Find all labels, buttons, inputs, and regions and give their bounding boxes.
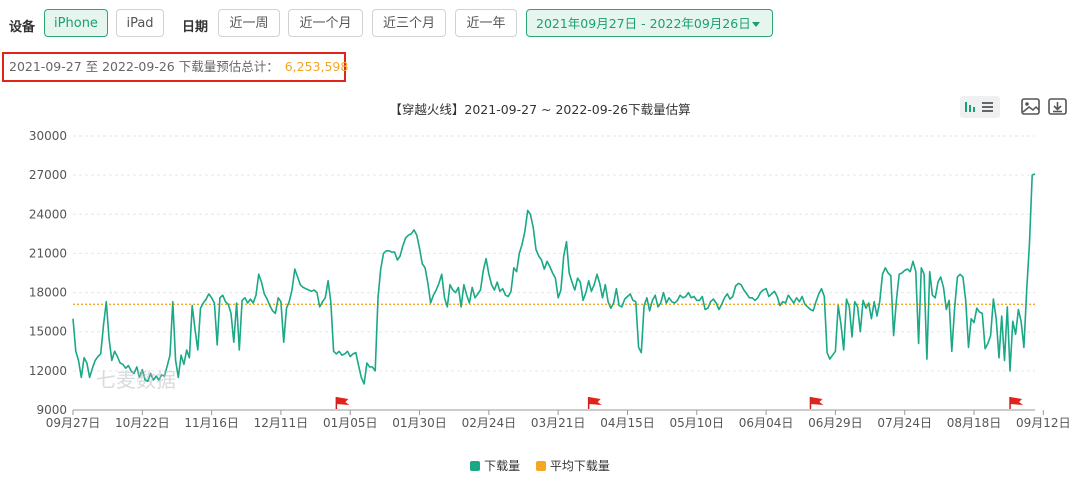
x-tick-label: 09月12日 [1016, 416, 1071, 430]
download-series-line[interactable] [72, 173, 1036, 385]
watermark: 七麦数据 [96, 368, 176, 392]
flag-markers [335, 397, 1024, 409]
flag-icon[interactable] [335, 397, 350, 409]
x-tick-label: 01月05日 [323, 416, 378, 430]
flag-icon[interactable] [809, 397, 824, 409]
x-tick-label: 01月30日 [392, 416, 447, 430]
flag-cloth [810, 397, 824, 405]
flag-icon[interactable] [587, 397, 602, 409]
legend-swatch-downloads [470, 461, 481, 471]
x-tick-label: 02月24日 [462, 416, 517, 430]
y-axis: 9000 12000 15000 18000 21000 24000 27000 30000 [29, 129, 67, 417]
x-tick-label: 08月18日 [947, 416, 1002, 430]
x-tick-label: 04月15日 [600, 416, 655, 430]
series-layer [72, 173, 1036, 385]
y-tick-label: 12000 [29, 364, 67, 378]
x-tick-label: 05月10日 [670, 416, 725, 430]
legend-label-downloads: 下载量 [484, 459, 521, 473]
flag-cloth [588, 397, 602, 405]
chart-legend: 下载量 平均下载量 [0, 457, 1080, 474]
legend-swatch-average [535, 461, 546, 471]
x-tick-label: 09月27日 [46, 416, 101, 430]
x-tick-label: 06月29日 [808, 416, 863, 430]
x-axis: 09月27日 10月22日 11月16日 12月11日 01月05日 01月30日 02月2… [46, 409, 1071, 430]
y-tick-label: 27000 [29, 168, 67, 182]
x-tick-label: 10月22日 [115, 416, 170, 430]
x-tick-label: 06月04日 [739, 416, 794, 430]
y-tick-label: 21000 [29, 246, 67, 260]
flag-cloth [336, 397, 350, 405]
x-tick-label: 11月16日 [184, 416, 239, 430]
x-tick-label: 07月24日 [877, 416, 932, 430]
flag-cloth [1010, 397, 1024, 405]
y-tick-label: 24000 [29, 207, 67, 221]
legend-downloads[interactable]: 下载量 [470, 457, 520, 474]
y-tick-label: 18000 [29, 286, 67, 300]
x-tick-label: 03月21日 [531, 416, 586, 430]
y-tick-label: 15000 [29, 325, 67, 339]
flag-icon[interactable] [1009, 397, 1024, 409]
y-tick-label: 30000 [29, 129, 67, 143]
legend-label-average: 平均下载量 [549, 459, 610, 473]
legend-average[interactable]: 平均下载量 [535, 457, 610, 474]
download-line-chart: 900012000150001800021000240002700030000 … [29, 129, 1071, 430]
y-tick-label: 9000 [36, 403, 67, 417]
x-tick-label: 12月11日 [254, 416, 309, 430]
